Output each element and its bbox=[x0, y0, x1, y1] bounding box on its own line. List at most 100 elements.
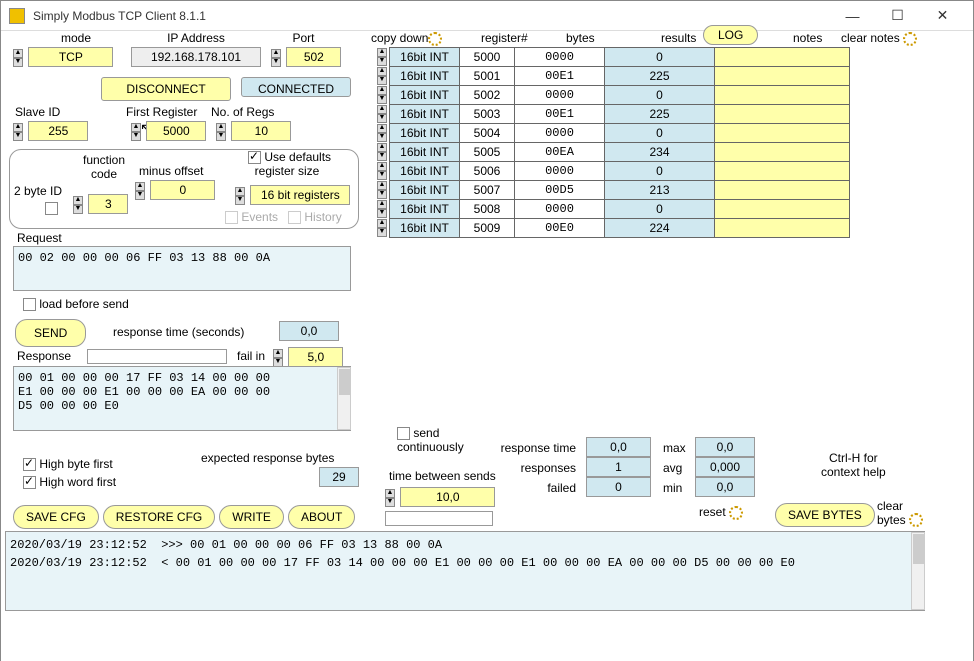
row-type[interactable]: 16bit INT bbox=[390, 86, 460, 105]
ctrl-h-label: Ctrl-H for context help bbox=[821, 451, 886, 479]
mode-field[interactable]: TCP bbox=[28, 47, 113, 67]
send-button[interactable]: SEND bbox=[15, 319, 86, 347]
ip-field[interactable]: 192.168.178.101 bbox=[131, 47, 261, 67]
row-notes[interactable] bbox=[715, 48, 850, 67]
resp-time-s-label: response time (seconds) bbox=[113, 325, 244, 339]
first-reg-field[interactable]: 5000 bbox=[146, 121, 206, 141]
row-reg: 5008 bbox=[460, 200, 515, 219]
reg-size-spinner[interactable]: ▲▼ bbox=[235, 187, 245, 205]
log-button[interactable]: LOG bbox=[703, 25, 758, 45]
two-byte-check[interactable] bbox=[45, 202, 58, 215]
first-reg-spinner[interactable]: ▲▼ bbox=[131, 123, 141, 141]
slave-id-field[interactable]: 255 bbox=[28, 121, 88, 141]
row-spinner[interactable]: ▲▼ bbox=[377, 200, 387, 218]
row-spinner[interactable]: ▲▼ bbox=[377, 86, 387, 104]
row-bytes: 0000 bbox=[515, 124, 605, 143]
row-spinner[interactable]: ▲▼ bbox=[377, 48, 387, 66]
func-code-field[interactable]: 3 bbox=[88, 194, 128, 214]
response-hex[interactable]: 00 01 00 00 00 17 FF 03 14 00 00 00 E1 0… bbox=[13, 366, 351, 431]
row-notes[interactable] bbox=[715, 219, 850, 238]
history-check[interactable] bbox=[288, 211, 301, 224]
row-result: 0 bbox=[605, 200, 715, 219]
history-label: History bbox=[304, 210, 341, 224]
row-type[interactable]: 16bit INT bbox=[390, 162, 460, 181]
row-notes[interactable] bbox=[715, 86, 850, 105]
response-scrollbar[interactable] bbox=[337, 367, 351, 430]
time-between-spinner[interactable]: ▲▼ bbox=[385, 489, 395, 507]
log-area[interactable]: 2020/03/19 23:12:52 >>> 00 01 00 00 00 0… bbox=[5, 531, 925, 611]
load-before-check[interactable] bbox=[23, 298, 36, 311]
resp-time-val: 0,0 bbox=[279, 321, 339, 341]
row-bytes: 00D5 bbox=[515, 181, 605, 200]
port-spinner[interactable]: ▲▼ bbox=[271, 49, 281, 67]
table-row: ▲▼16bit INT500000000 bbox=[377, 48, 850, 67]
rt-resp-time-label: response time bbox=[496, 441, 576, 455]
restore-cfg-button[interactable]: RESTORE CFG bbox=[103, 505, 215, 529]
port-label: Port bbox=[276, 31, 331, 45]
row-spinner[interactable]: ▲▼ bbox=[377, 143, 387, 161]
app-icon bbox=[9, 8, 25, 24]
row-type[interactable]: 16bit INT bbox=[390, 219, 460, 238]
reset-label: reset bbox=[699, 505, 726, 519]
disconnect-button[interactable]: DISCONNECT bbox=[101, 77, 231, 101]
maximize-button[interactable]: ☐ bbox=[875, 2, 920, 30]
row-notes[interactable] bbox=[715, 200, 850, 219]
row-spinner[interactable]: ▲▼ bbox=[377, 105, 387, 123]
row-notes[interactable] bbox=[715, 124, 850, 143]
log-scrollbar[interactable] bbox=[911, 532, 925, 610]
send-progress-bar bbox=[385, 511, 493, 526]
clear-notes-label: clear notes bbox=[841, 31, 900, 45]
row-notes[interactable] bbox=[715, 162, 850, 181]
row-notes[interactable] bbox=[715, 67, 850, 86]
about-button[interactable]: ABOUT bbox=[288, 505, 355, 529]
row-type[interactable]: 16bit INT bbox=[390, 105, 460, 124]
slave-id-spinner[interactable]: ▲▼ bbox=[13, 123, 23, 141]
save-bytes-button[interactable]: SAVE BYTES bbox=[775, 503, 875, 527]
row-notes[interactable] bbox=[715, 143, 850, 162]
close-button[interactable]: ✕ bbox=[920, 2, 965, 30]
request-hex[interactable]: 00 02 00 00 00 06 FF 03 13 88 00 0A bbox=[13, 246, 351, 291]
row-notes[interactable] bbox=[715, 181, 850, 200]
row-spinner[interactable]: ▲▼ bbox=[377, 181, 387, 199]
events-check[interactable] bbox=[225, 211, 238, 224]
fail-in-field[interactable]: 5,0 bbox=[288, 347, 343, 367]
row-type[interactable]: 16bit INT bbox=[390, 143, 460, 162]
use-defaults-check[interactable] bbox=[248, 151, 261, 164]
high-word-check[interactable] bbox=[23, 476, 36, 489]
reg-size-field[interactable]: 16 bit registers bbox=[250, 185, 350, 205]
func-code-spinner[interactable]: ▲▼ bbox=[73, 196, 83, 214]
row-type[interactable]: 16bit INT bbox=[390, 181, 460, 200]
send-cont-check[interactable] bbox=[397, 427, 410, 440]
save-cfg-button[interactable]: SAVE CFG bbox=[13, 505, 99, 529]
register-table: ▲▼16bit INT500000000▲▼16bit INT500100E12… bbox=[377, 47, 850, 238]
high-byte-check[interactable] bbox=[23, 458, 36, 471]
app-window: Simply Modbus TCP Client 8.1.1 — ☐ ✕ mod… bbox=[0, 0, 974, 661]
row-type[interactable]: 16bit INT bbox=[390, 67, 460, 86]
port-field[interactable]: 502 bbox=[286, 47, 341, 67]
no-regs-spinner[interactable]: ▲▼ bbox=[216, 123, 226, 141]
row-spinner[interactable]: ▲▼ bbox=[377, 124, 387, 142]
minus-offset-spinner[interactable]: ▲▼ bbox=[135, 182, 145, 200]
clear-bytes-icon[interactable] bbox=[909, 513, 923, 527]
time-between-field[interactable]: 10,0 bbox=[400, 487, 495, 507]
row-type[interactable]: 16bit INT bbox=[390, 124, 460, 143]
minus-offset-field[interactable]: 0 bbox=[150, 180, 215, 200]
fail-in-spinner[interactable]: ▲▼ bbox=[273, 349, 283, 367]
response-label: Response bbox=[17, 349, 71, 363]
clear-notes-icon[interactable] bbox=[903, 32, 917, 46]
row-type[interactable]: 16bit INT bbox=[390, 200, 460, 219]
no-regs-field[interactable]: 10 bbox=[231, 121, 291, 141]
reset-icon[interactable] bbox=[729, 506, 743, 520]
row-spinner[interactable]: ▲▼ bbox=[377, 67, 387, 85]
row-notes[interactable] bbox=[715, 105, 850, 124]
row-spinner[interactable]: ▲▼ bbox=[377, 162, 387, 180]
row-type[interactable]: 16bit INT bbox=[390, 48, 460, 67]
row-spinner[interactable]: ▲▼ bbox=[377, 219, 387, 237]
rt-avg-val: 0,000 bbox=[695, 457, 755, 477]
write-button[interactable]: WRITE bbox=[219, 505, 284, 529]
mode-spinner[interactable]: ▲▼ bbox=[13, 49, 23, 67]
row-result: 234 bbox=[605, 143, 715, 162]
minimize-button[interactable]: — bbox=[830, 2, 875, 30]
register-num-label: register# bbox=[481, 31, 528, 45]
copy-down-icon[interactable] bbox=[428, 32, 442, 46]
